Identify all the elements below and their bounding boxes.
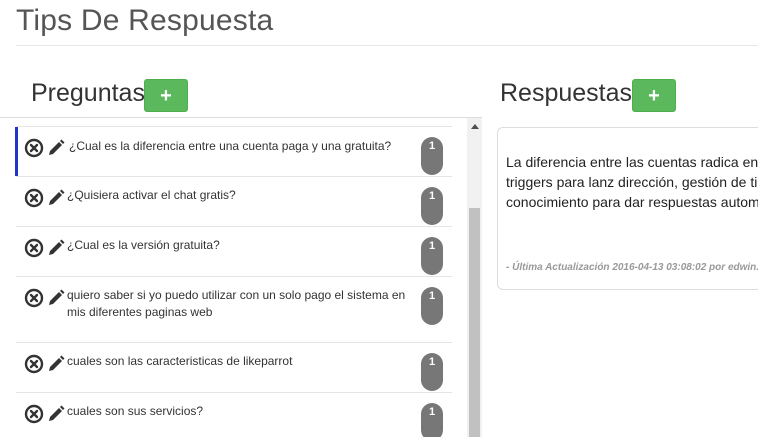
question-text: ¿Cual es la versión gratuita? — [67, 238, 220, 252]
title-divider — [16, 45, 758, 46]
add-answer-button[interactable]: + — [632, 79, 676, 112]
questions-heading: Preguntas — [31, 79, 145, 107]
close-circle-icon[interactable] — [24, 404, 44, 424]
pencil-icon[interactable] — [46, 188, 66, 208]
pencil-icon[interactable] — [46, 404, 66, 424]
answer-count-badge[interactable]: 1 — [421, 403, 443, 437]
scrollbar[interactable] — [467, 118, 482, 437]
question-actions — [24, 238, 66, 258]
question-item[interactable]: ¿Quisiera activar el chat gratis? 1 — [16, 176, 452, 226]
close-circle-icon[interactable] — [24, 288, 44, 308]
pencil-icon[interactable] — [46, 288, 66, 308]
add-question-button[interactable]: + — [144, 79, 188, 112]
question-actions — [24, 288, 66, 308]
question-actions — [24, 404, 66, 424]
answer-count-badge[interactable]: 1 — [421, 237, 443, 275]
answer-meta: - Última Actualización 2016-04-13 03:08:… — [506, 262, 758, 273]
pencil-icon[interactable] — [46, 138, 66, 158]
question-item[interactable]: cuales son sus servicios? 1 — [16, 392, 452, 437]
question-actions — [24, 138, 66, 158]
pencil-icon[interactable] — [46, 354, 66, 374]
question-item[interactable]: cuales son las caracteristicas de likepa… — [16, 342, 452, 392]
answer-panel: La diferencia entre las cuentas radica e… — [497, 127, 758, 290]
answer-count-badge[interactable]: 1 — [421, 353, 443, 391]
question-actions — [24, 354, 66, 374]
answer-text: La diferencia entre las cuentas radica e… — [506, 154, 758, 210]
question-item[interactable]: ¿Cual es la diferencia entre una cuenta … — [15, 126, 452, 176]
question-text: ¿Cual es la diferencia entre una cuenta … — [69, 139, 392, 153]
question-item[interactable]: quiero saber si yo puedo utilizar con un… — [16, 276, 452, 342]
answers-heading: Respuestas — [500, 79, 633, 107]
question-text: ¿Quisiera activar el chat gratis? — [67, 188, 236, 202]
question-item[interactable]: ¿Cual es la versión gratuita? 1 — [16, 226, 452, 276]
close-circle-icon[interactable] — [24, 354, 44, 374]
answer-count-badge[interactable]: 1 — [421, 137, 443, 175]
answer-count-badge[interactable]: 1 — [421, 287, 443, 325]
questions-panel: ¿Cual es la diferencia entre una cuenta … — [0, 117, 482, 437]
pencil-icon[interactable] — [46, 238, 66, 258]
question-text: quiero saber si yo puedo utilizar con un… — [67, 288, 406, 319]
close-circle-icon[interactable] — [24, 238, 44, 258]
questions-list: ¿Cual es la diferencia entre una cuenta … — [15, 126, 452, 437]
answer-count-badge[interactable]: 1 — [421, 187, 443, 225]
page-title: Tips De Respuesta — [16, 4, 274, 37]
close-circle-icon[interactable] — [24, 138, 44, 158]
question-actions — [24, 188, 66, 208]
question-text: cuales son las caracteristicas de likepa… — [67, 354, 293, 368]
close-circle-icon[interactable] — [24, 188, 44, 208]
question-text: cuales son sus servicios? — [67, 404, 204, 418]
scroll-thumb[interactable] — [469, 208, 480, 437]
scroll-up-arrow[interactable] — [467, 118, 482, 133]
